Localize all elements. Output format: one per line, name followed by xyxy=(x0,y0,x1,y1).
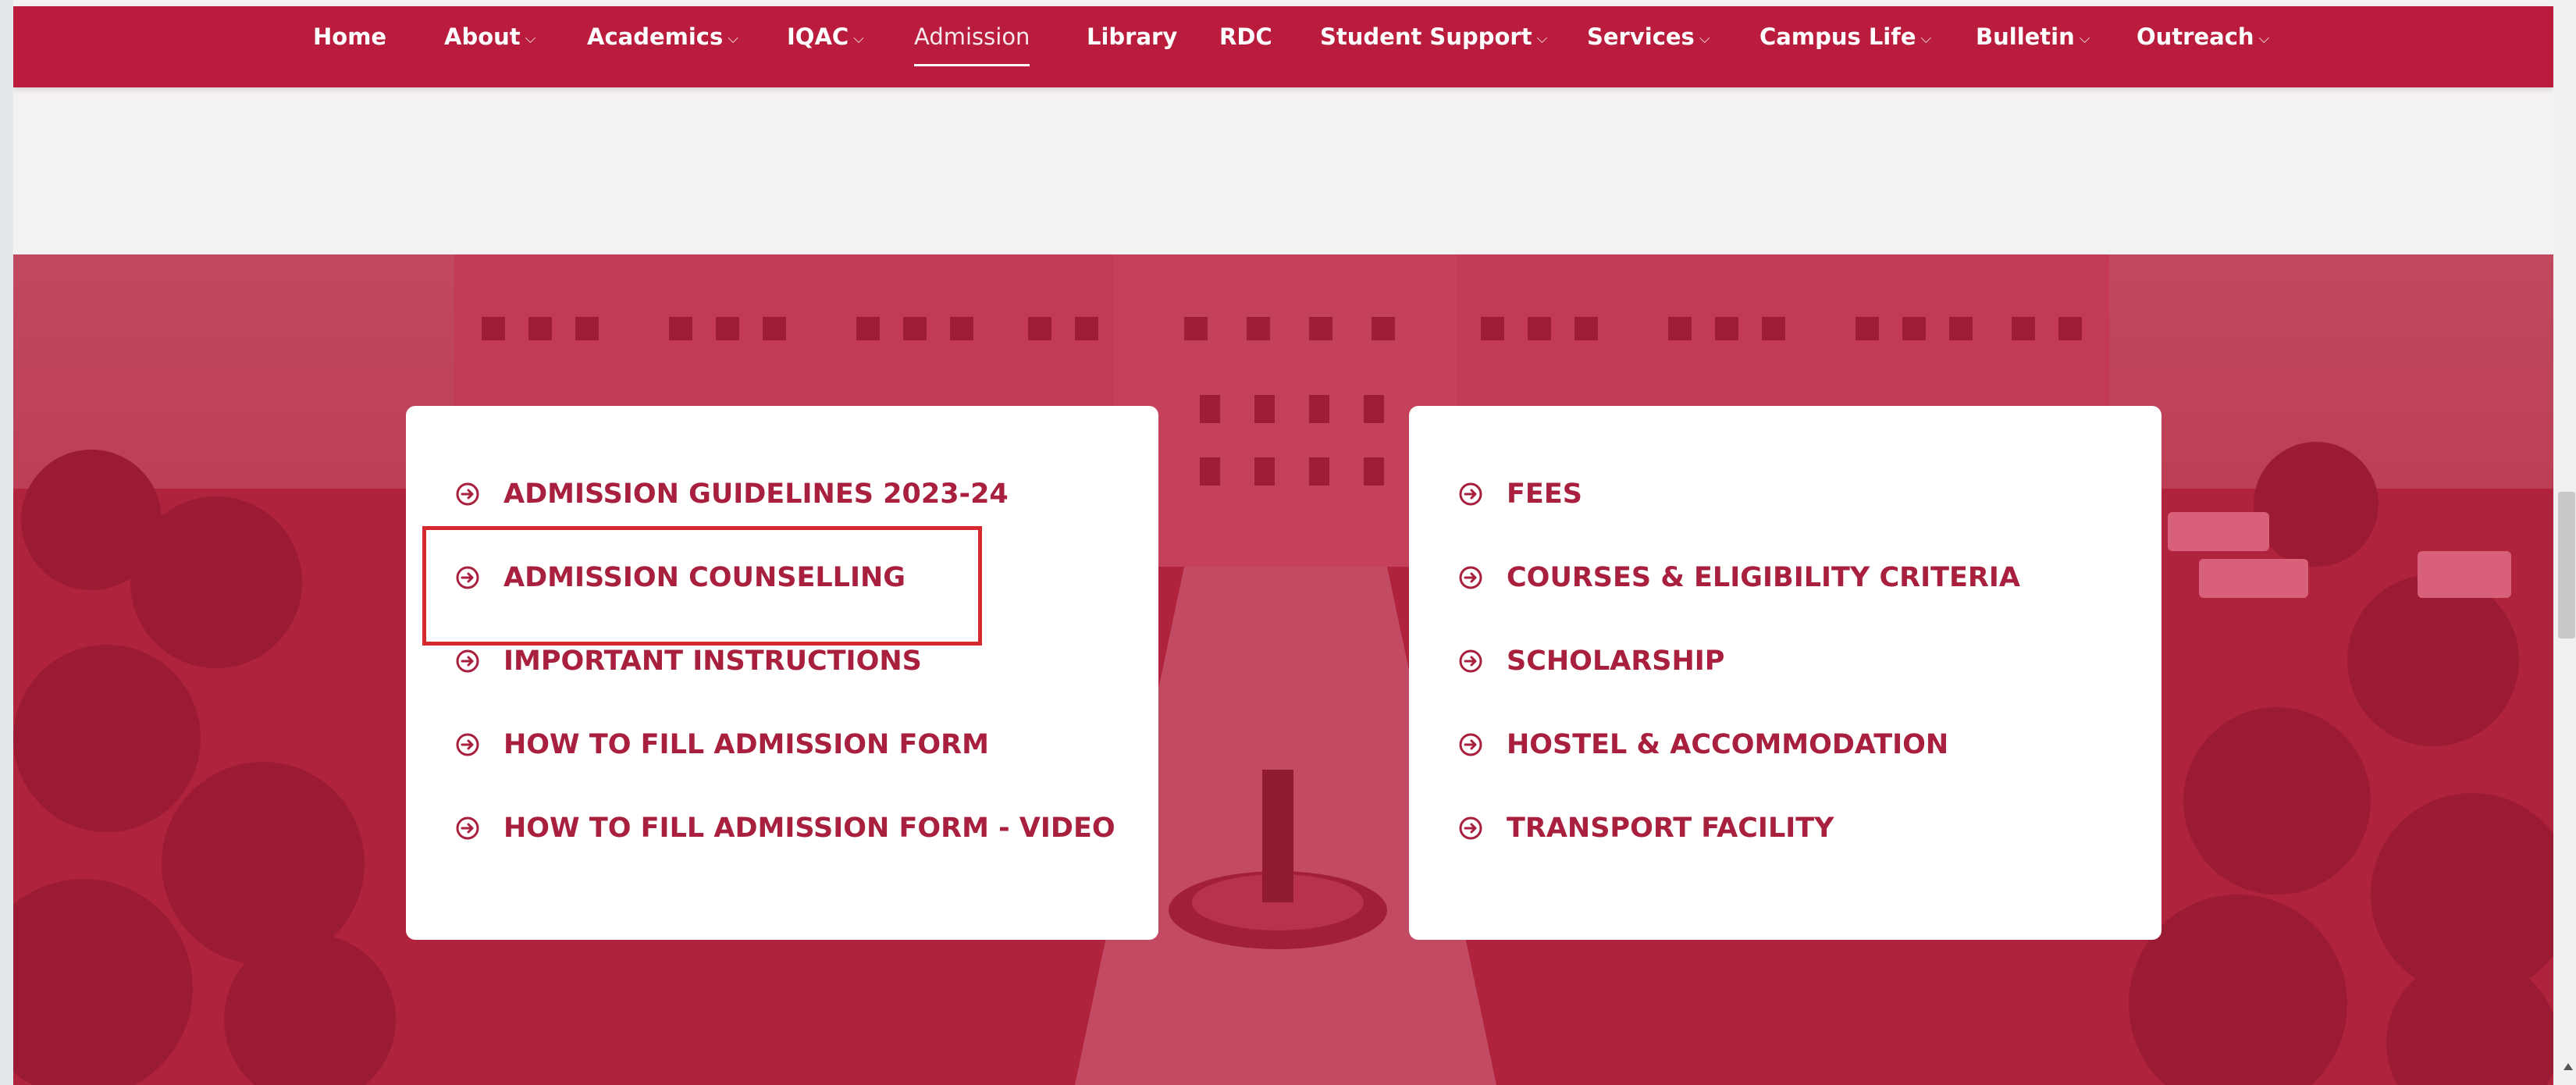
hostel-accommodation-link[interactable]: HOSTEL & ACCOMMODATION xyxy=(1458,721,1948,768)
nav-item-student-support[interactable]: Student Support ⌵ xyxy=(1320,23,1547,70)
nav-item-academics[interactable]: Academics ⌵ xyxy=(587,23,738,70)
campus-background-image xyxy=(13,254,2553,1085)
chevron-down-icon: ⌵ xyxy=(1920,30,1932,47)
chevron-down-icon: ⌵ xyxy=(2079,30,2090,47)
how-to-fill-admission-form-link[interactable]: HOW TO FILL ADMISSION FORM xyxy=(455,721,989,768)
nav-item-about[interactable]: About ⌵ xyxy=(444,23,535,70)
chevron-down-icon: ⌵ xyxy=(1699,30,1710,47)
admission-links-card-right: FEES COURSES & ELIGIBILITY CRITERIA SCHO… xyxy=(1409,406,2161,940)
main-navigation: Home About ⌵ Academics ⌵ IQAC ⌵ Admission L… xyxy=(13,6,2553,87)
circle-arrow-right-icon xyxy=(456,482,479,506)
important-instructions-link[interactable]: IMPORTANT INSTRUCTIONS xyxy=(455,638,922,685)
circle-arrow-right-icon xyxy=(456,566,479,589)
nav-item-bulletin[interactable]: Bulletin ⌵ xyxy=(1976,23,2090,70)
chevron-down-icon: ⌵ xyxy=(728,30,738,47)
circle-arrow-right-icon xyxy=(1459,816,1482,840)
admission-guidelines-link[interactable]: ADMISSION GUIDELINES 2023-24 xyxy=(455,471,1009,518)
circle-arrow-right-icon xyxy=(1459,649,1482,673)
nav-item-library[interactable]: Library xyxy=(1087,23,1177,70)
chevron-down-icon: ⌵ xyxy=(525,30,536,47)
nav-item-rdc[interactable]: RDC xyxy=(1219,23,1272,70)
nav-item-services[interactable]: Services ⌵ xyxy=(1587,23,1710,70)
circle-arrow-right-icon xyxy=(1459,733,1482,756)
page: Home About ⌵ Academics ⌵ IQAC ⌵ Admission L… xyxy=(13,0,2553,1085)
nav-item-campus-life[interactable]: Campus Life ⌵ xyxy=(1759,23,1931,70)
how-to-fill-admission-form-video-link[interactable]: HOW TO FILL ADMISSION FORM - VIDEO xyxy=(455,805,1115,852)
circle-arrow-right-icon xyxy=(456,733,479,756)
nav-item-iqac[interactable]: IQAC ⌵ xyxy=(787,23,864,70)
nav-item-home[interactable]: Home xyxy=(313,23,386,70)
courses-eligibility-link[interactable]: COURSES & ELIGIBILITY CRITERIA xyxy=(1458,554,2020,601)
transport-facility-link[interactable]: TRANSPORT FACILITY xyxy=(1458,805,1834,852)
circle-arrow-right-icon xyxy=(1459,566,1482,589)
nav-item-admission[interactable]: Admission xyxy=(914,23,1030,70)
admission-links-card-left: ADMISSION GUIDELINES 2023-24 ADMISSION C… xyxy=(406,406,1158,940)
nav-item-outreach[interactable]: Outreach ⌵ xyxy=(2137,23,2269,70)
scroll-up-arrow-icon[interactable] xyxy=(2564,1063,2573,1070)
scholarship-link[interactable]: SCHOLARSHIP xyxy=(1458,638,1724,685)
chevron-down-icon: ⌵ xyxy=(853,30,864,47)
circle-arrow-right-icon xyxy=(1459,482,1482,506)
circle-arrow-right-icon xyxy=(456,816,479,840)
scrollbar-thumb[interactable] xyxy=(2558,492,2575,639)
admission-counselling-link[interactable]: ADMISSION COUNSELLING xyxy=(455,554,906,601)
circle-arrow-right-icon xyxy=(456,649,479,673)
chevron-down-icon: ⌵ xyxy=(1536,30,1548,47)
chevron-down-icon: ⌵ xyxy=(2258,30,2270,47)
admission-hero-section xyxy=(13,254,2553,1085)
fees-link[interactable]: FEES xyxy=(1458,471,1582,518)
